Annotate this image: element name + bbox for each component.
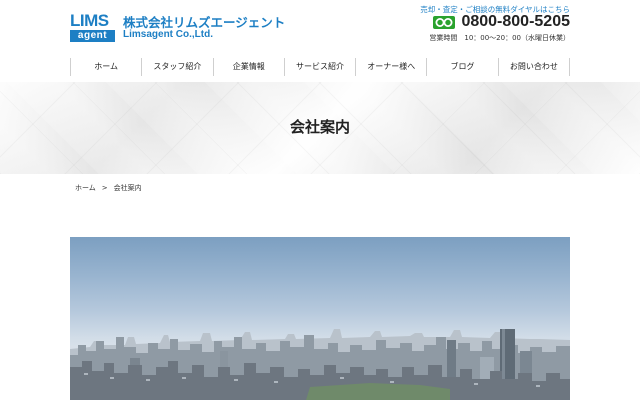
- company-name-en: Limsagent Co.,Ltd.: [123, 29, 213, 40]
- nav-item-blog[interactable]: ブログ: [426, 58, 497, 76]
- nav-item-staff[interactable]: スタッフ紹介: [141, 58, 212, 76]
- logo-agent-text: agent: [70, 30, 115, 42]
- nav-item-home[interactable]: ホーム: [70, 58, 141, 76]
- phone-number[interactable]: 0800-800-5205: [461, 13, 570, 31]
- breadcrumb-current: 会社案内: [113, 184, 142, 192]
- site-header: LIMS agent 株式会社リムズエージェント Limsagent Co.,L…: [0, 0, 640, 50]
- breadcrumb-separator: >: [101, 184, 108, 192]
- nav-item-services[interactable]: サービス紹介: [283, 58, 355, 76]
- nav-item-company[interactable]: 企業情報: [212, 58, 284, 76]
- site-logo[interactable]: LIMS agent: [70, 12, 116, 42]
- business-hours: 営業時間 10：00〜20：00（水曜日休業）: [429, 34, 570, 42]
- page-title: 会社案内: [289, 118, 350, 136]
- breadcrumb: ホーム > 会社案内: [75, 183, 142, 193]
- global-nav: ホーム スタッフ紹介 企業情報 サービス紹介 オーナー様へ ブログ お問い合わせ: [70, 58, 570, 76]
- freedial-icon: [433, 16, 455, 29]
- nav-item-contact[interactable]: お問い合わせ: [497, 58, 570, 76]
- city-skyline-image: [70, 237, 570, 400]
- logo-lims-text: LIMS: [70, 11, 109, 30]
- breadcrumb-home[interactable]: ホーム: [75, 183, 96, 193]
- page-hero: 会社案内: [0, 82, 640, 174]
- nav-item-owners[interactable]: オーナー様へ: [355, 58, 426, 76]
